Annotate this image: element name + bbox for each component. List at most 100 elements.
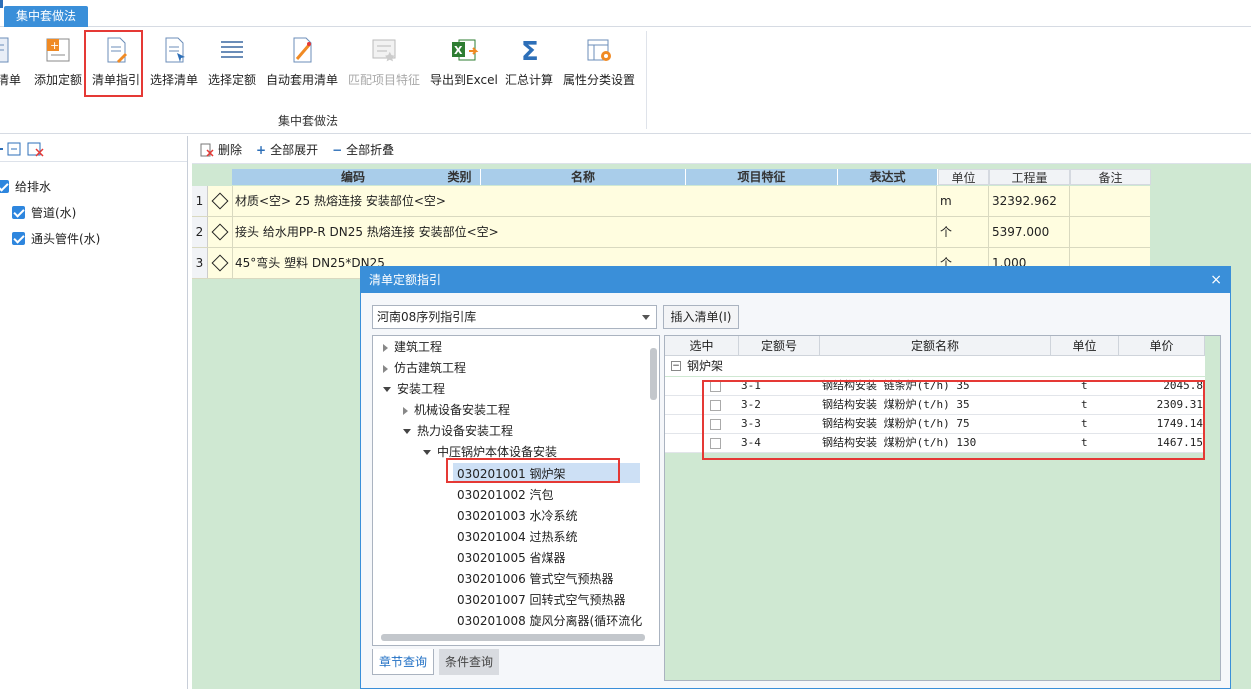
tree-leaf[interactable]: 030201008 旋风分离器(循环流化 (457, 612, 642, 629)
row-divider (1069, 217, 1070, 247)
tree-leaf[interactable]: 030201003 水冷系统 (457, 507, 578, 524)
tree-node-mechanical[interactable]: 机械设备安装工程 (403, 401, 510, 418)
tree-leaf[interactable]: 030201005 省煤器 (457, 549, 566, 566)
row-quantity[interactable]: 32392.962 (992, 186, 1057, 216)
list-guide-highlight (84, 30, 143, 97)
left-toolbar-icons[interactable] (0, 141, 48, 157)
ribbon-group-label: 集中套做法 (278, 114, 339, 128)
tree-item-pipe[interactable]: 管道(水) (12, 204, 76, 221)
delete-label: 删除 (218, 143, 243, 157)
attribute-settings-button[interactable]: 属性分类设置 (563, 35, 635, 95)
tree-node-label: 安装工程 (397, 382, 446, 396)
row-unit[interactable]: 个 (940, 217, 952, 247)
header-expression[interactable]: 表达式 (838, 169, 938, 185)
match-feature-icon (372, 39, 396, 62)
tree-node-label: 建筑工程 (394, 340, 443, 354)
row-unit[interactable]: m (940, 186, 952, 216)
tree-node-ancient[interactable]: 仿古建筑工程 (383, 359, 466, 376)
quota-header-number[interactable]: 定额号 (739, 336, 820, 356)
close-icon[interactable]: × (1210, 267, 1222, 293)
expand-icon: + (256, 142, 267, 157)
summary-calc-button-label: 汇总计算 (505, 73, 554, 87)
svg-text:+: + (50, 39, 59, 52)
quota-rows-highlight (702, 380, 1205, 460)
match-feature-button[interactable]: 匹配项目特征 (348, 35, 420, 95)
tree-node-install[interactable]: 安装工程 (383, 380, 445, 397)
tree-item-drainage[interactable]: 给排水 (0, 178, 51, 195)
header-category[interactable]: 类别 (439, 169, 481, 185)
tree-vertical-scrollbar[interactable] (650, 348, 657, 400)
expand-all-button[interactable]: + 全部展开 (256, 141, 318, 158)
row-name[interactable]: 接头 给水用PP-R DN25 热熔连接 安装部位<空> (235, 217, 499, 247)
tree-node-label: 中压锅炉本体设备安装 (437, 445, 558, 459)
chapter-tree: 建筑工程 仿古建筑工程 安装工程 机械设备安装工程 热力设备安装工程 中压锅炉本… (372, 335, 660, 646)
quota-header-select[interactable]: 选中 (665, 336, 739, 356)
collapse-toggle-icon[interactable]: − (671, 361, 681, 371)
auto-apply-button[interactable]: 自动套用清单 (266, 35, 338, 95)
row-quantity[interactable]: 5397.000 (992, 217, 1049, 247)
checkbox-drainage[interactable] (0, 180, 9, 193)
quota-header-price[interactable]: 单价 (1119, 336, 1205, 356)
tab-chapter-query[interactable]: 章节查询 (372, 649, 435, 675)
tree-item-pipe-label: 管道(水) (31, 206, 77, 220)
row-divider (232, 186, 233, 216)
collapse-arrow-icon (423, 450, 431, 455)
row-divider (936, 217, 937, 247)
header-name[interactable]: 名称 (481, 169, 686, 185)
tab-condition-query[interactable]: 条件查询 (439, 649, 500, 675)
table-row[interactable]: 2 接头 给水用PP-R DN25 热熔连接 安装部位<空> 个 5397.00… (192, 217, 1150, 248)
tree-leaf[interactable]: 030201002 汽包 (457, 486, 554, 503)
select-quota-button[interactable]: 选择定额 (208, 35, 256, 95)
summary-calc-button[interactable]: Σ 汇总计算 (505, 35, 553, 95)
tree-item-fitting[interactable]: 通头管件(水) (12, 230, 100, 247)
expand-arrow-icon (403, 406, 408, 415)
export-excel-button[interactable]: X 导出到Excel (430, 35, 498, 95)
diamond-icon (211, 192, 229, 210)
quota-header-unit[interactable]: 单位 (1051, 336, 1119, 356)
table-row[interactable]: 1 材质<空> 25 热熔连接 安装部位<空> m 32392.962 (192, 186, 1150, 217)
expand-arrow-icon (383, 343, 388, 352)
list-button-label: 清单 (0, 73, 21, 87)
list-button[interactable]: 清单 (0, 35, 24, 95)
row-divider (232, 217, 233, 247)
header-remark[interactable]: 备注 (1070, 169, 1151, 185)
delete-icon (200, 143, 214, 157)
auto-apply-icon (293, 37, 312, 63)
collapse-arrow-icon (383, 387, 391, 392)
tree-node-thermal[interactable]: 热力设备安装工程 (403, 422, 513, 439)
dialog-titlebar[interactable]: 清单定额指引 × (361, 267, 1230, 293)
collapse-all-button[interactable]: − 全部折叠 (332, 141, 394, 158)
row-divider (936, 186, 937, 216)
tab-batch-method[interactable]: 集中套做法 (4, 6, 89, 27)
header-unit[interactable]: 单位 (938, 169, 989, 185)
header-quantity[interactable]: 工程量 (989, 169, 1070, 185)
insert-list-button[interactable]: 插入清单(I) (663, 305, 739, 329)
diamond-icon (211, 254, 229, 272)
tree-node-label: 仿古建筑工程 (394, 361, 467, 375)
tree-leaf[interactable]: 030201006 管式空气预热器 (457, 570, 614, 587)
tree-item-fitting-label: 通头管件(水) (31, 232, 101, 246)
row-name[interactable]: 材质<空> 25 热熔连接 安装部位<空> (235, 186, 446, 216)
select-quota-icon (221, 41, 243, 58)
collapse-icon: − (332, 142, 343, 157)
tree-horizontal-scrollbar[interactable] (381, 634, 645, 641)
header-feature[interactable]: 项目特征 (686, 169, 838, 185)
grid-toolbar: 删除 + 全部展开 − 全部折叠 (192, 136, 1251, 164)
checkbox-pipe[interactable] (12, 206, 25, 219)
quota-group-row[interactable]: − 钢炉架 (665, 356, 1205, 376)
tree-node-building[interactable]: 建筑工程 (383, 338, 442, 355)
svg-text:X: X (454, 44, 463, 57)
add-quota-button[interactable]: + 添加定额 (34, 35, 82, 95)
delete-button[interactable]: 删除 (200, 141, 242, 158)
library-select[interactable]: 河南08序列指引库 (372, 305, 657, 329)
tree-leaf[interactable]: 030201004 过热系统 (457, 528, 578, 545)
add-quota-icon: + (46, 38, 70, 62)
tree-leaf[interactable]: 030201007 回转式空气预热器 (457, 591, 626, 608)
tree-node-label: 机械设备安装工程 (414, 403, 511, 417)
row-divider (988, 217, 989, 247)
left-category-panel: 给排水 管道(水) 通头管件(水) (0, 136, 188, 689)
quota-header-name[interactable]: 定额名称 (820, 336, 1051, 356)
checkbox-fitting[interactable] (12, 232, 25, 245)
select-list-button[interactable]: 选择清单 (150, 35, 198, 95)
row-divider (1069, 186, 1070, 216)
